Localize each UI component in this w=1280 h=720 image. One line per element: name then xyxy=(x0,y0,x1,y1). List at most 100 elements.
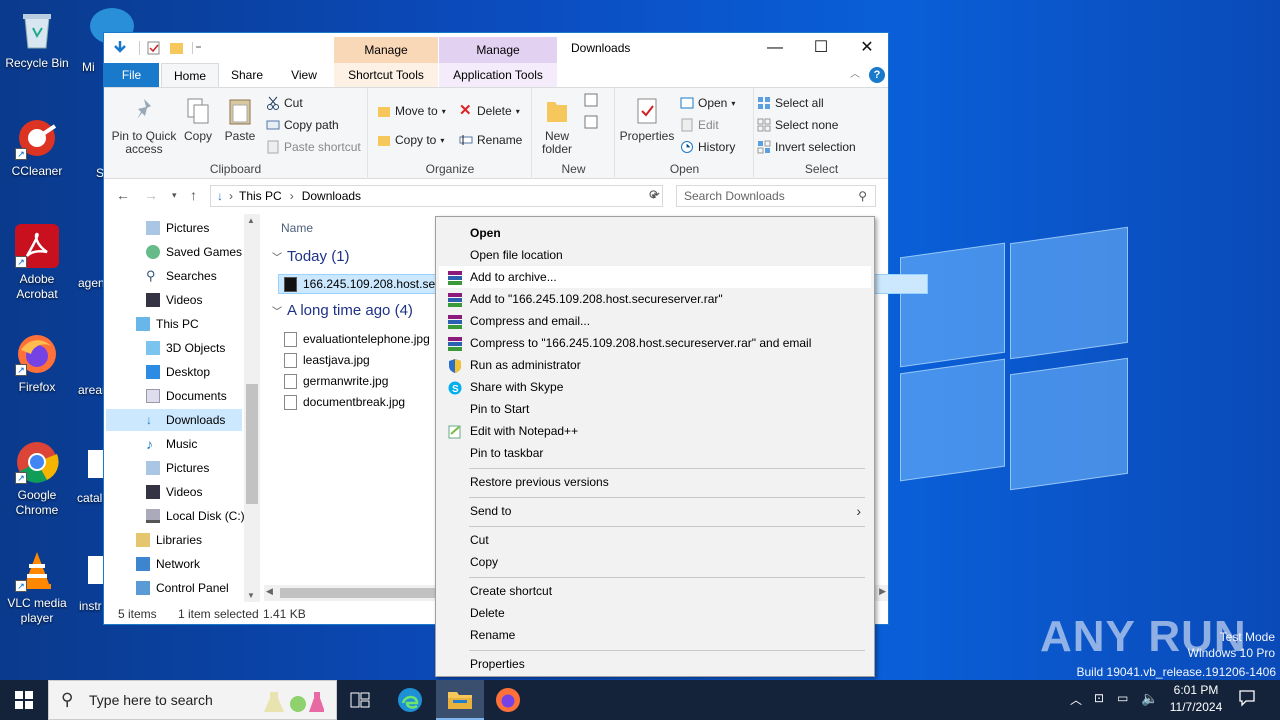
recent-locations-icon[interactable]: ▾ xyxy=(172,190,177,201)
history-button[interactable]: History xyxy=(680,138,735,156)
nav-item-saved-games[interactable]: Saved Games xyxy=(146,241,242,263)
menu-item-add-to-archive[interactable]: Add to archive... xyxy=(439,266,871,288)
menu-item-copy[interactable]: Copy xyxy=(439,551,871,573)
copy-to-button[interactable]: Copy to ▾ xyxy=(377,131,444,149)
nav-item-this-pc[interactable]: This PC xyxy=(136,313,199,335)
start-button[interactable] xyxy=(0,680,48,720)
pin-quick-access-button[interactable]: Pin to Quick access xyxy=(110,96,178,156)
scroll-up-icon[interactable]: ▲ xyxy=(247,216,255,225)
nav-item-3d-objects[interactable]: 3D Objects xyxy=(146,337,225,359)
close-button[interactable]: ✕ xyxy=(844,33,890,63)
search-input[interactable]: Search Downloads ⚲ xyxy=(676,185,876,207)
file-explorer-taskbar-button[interactable] xyxy=(436,680,484,720)
nav-item-searches[interactable]: ⚲ Searches xyxy=(146,265,217,287)
cut-button[interactable]: Cut xyxy=(266,94,303,112)
menu-item-rename[interactable]: Rename xyxy=(439,624,871,646)
new-folder-button[interactable]: New folder xyxy=(539,96,575,156)
tab-application-tools[interactable]: Application Tools xyxy=(439,63,557,87)
help-icon[interactable]: ? xyxy=(869,67,885,83)
back-arrow-icon[interactable]: ← xyxy=(116,187,130,203)
edge-taskbar-button[interactable] xyxy=(386,680,434,720)
nav-item-documents[interactable]: Documents xyxy=(146,385,227,407)
select-none-button[interactable]: Select none xyxy=(757,116,838,134)
desktop-icon-firefox[interactable]: ↗ Firefox xyxy=(1,332,73,395)
refresh-icon[interactable]: ⟳ xyxy=(649,187,660,203)
maximize-button[interactable]: ☐ xyxy=(798,33,844,63)
tab-manage-application[interactable]: Manage xyxy=(439,37,557,63)
copy-button[interactable]: Copy xyxy=(180,96,216,143)
tab-home[interactable]: Home xyxy=(161,63,219,87)
taskbar-search-input[interactable]: ⚲ Type here to search xyxy=(48,680,337,720)
delete-button[interactable]: ✕ Delete ▾ xyxy=(459,102,520,120)
menu-item-send-to[interactable]: Send to › xyxy=(439,500,871,522)
file-row[interactable]: germanwrite.jpg xyxy=(284,371,388,391)
open-button[interactable]: Open ▾ xyxy=(680,94,735,112)
new-item-icon[interactable] xyxy=(583,92,605,135)
menu-item-properties[interactable]: Properties xyxy=(439,653,871,675)
tab-share[interactable]: Share xyxy=(222,63,272,87)
nav-item-local-disk[interactable]: Local Disk (C:) xyxy=(146,505,245,527)
nav-item-downloads[interactable]: ↓ Downloads xyxy=(106,409,242,431)
document-desktop-icon[interactable] xyxy=(88,450,104,478)
group-long-ago[interactable]: ﹀ A long time ago (4) xyxy=(272,302,413,319)
menu-item-compress-to-rar-email[interactable]: Compress to "166.245.109.208.host.secure… xyxy=(439,332,871,354)
menu-item-edit-with-notepad-plus-plus[interactable]: Edit with Notepad++ xyxy=(439,420,871,442)
desktop-icon-google-chrome[interactable]: ↗ Google Chrome xyxy=(1,440,73,518)
hscroll-thumb[interactable] xyxy=(280,588,440,598)
up-arrow-icon[interactable]: ↑ xyxy=(190,187,197,203)
clock[interactable]: 6:01 PM 11/7/2024 xyxy=(1164,683,1228,714)
scroll-right-icon[interactable]: ▶ xyxy=(879,586,886,597)
rename-button[interactable]: Rename xyxy=(459,131,522,149)
menu-item-pin-to-taskbar[interactable]: Pin to taskbar xyxy=(439,442,871,464)
tab-view[interactable]: View xyxy=(280,63,328,87)
nav-item-desktop[interactable]: Desktop xyxy=(146,361,210,383)
network-tray-icon[interactable]: ⊡ xyxy=(1094,691,1104,705)
nav-item-control-panel[interactable]: Control Panel xyxy=(136,577,229,599)
scroll-left-icon[interactable]: ◀ xyxy=(266,586,273,597)
scroll-down-icon[interactable]: ▼ xyxy=(247,591,255,600)
desktop-icon-adobe-acrobat[interactable]: ↗ Adobe Acrobat xyxy=(1,224,73,302)
forward-arrow-icon[interactable]: → xyxy=(144,187,158,203)
scroll-thumb[interactable] xyxy=(246,384,258,504)
nav-scrollbar[interactable]: ▲ ▼ xyxy=(244,214,260,602)
show-hidden-icons[interactable]: ︿ xyxy=(1070,691,1082,708)
collapse-ribbon-icon[interactable]: ︿ xyxy=(847,63,863,87)
nav-item-libraries[interactable]: Libraries xyxy=(136,529,202,551)
paste-shortcut-button[interactable]: Paste shortcut xyxy=(266,138,361,156)
breadcrumb-this-pc[interactable]: This PC xyxy=(239,189,282,203)
desktop-icon-vlc[interactable]: ↗ VLC media player xyxy=(1,548,73,626)
task-view-button[interactable] xyxy=(336,680,384,720)
breadcrumb-downloads[interactable]: Downloads xyxy=(302,189,361,203)
nav-item-pictures-2[interactable]: Pictures xyxy=(146,457,209,479)
desktop-icon-recycle-bin[interactable]: Recycle Bin xyxy=(1,8,73,71)
volume-icon[interactable]: 🔈 xyxy=(1141,690,1158,707)
document-desktop-icon[interactable] xyxy=(88,556,104,584)
nav-item-pictures[interactable]: Pictures xyxy=(146,217,209,239)
nav-item-videos[interactable]: Videos xyxy=(146,289,202,311)
menu-item-run-as-administrator[interactable]: Run as administrator xyxy=(439,354,871,376)
file-row[interactable]: documentbreak.jpg xyxy=(284,392,405,412)
column-header-name[interactable]: Name xyxy=(281,221,313,235)
group-today[interactable]: ﹀ Today (1) xyxy=(272,248,350,265)
menu-item-compress-and-email[interactable]: Compress and email... xyxy=(439,310,871,332)
desktop-icon-ccleaner[interactable]: ↗ CCleaner xyxy=(1,116,73,179)
file-row[interactable]: leastjava.jpg xyxy=(284,350,370,370)
menu-item-restore-previous-versions[interactable]: Restore previous versions xyxy=(439,471,871,493)
properties-button[interactable]: Properties xyxy=(618,96,676,143)
menu-item-pin-to-start[interactable]: Pin to Start xyxy=(439,398,871,420)
menu-item-share-with-skype[interactable]: S Share with Skype xyxy=(439,376,871,398)
copy-path-button[interactable]: Copy path xyxy=(266,116,339,134)
ethernet-tray-icon[interactable]: ▭ xyxy=(1117,691,1128,705)
menu-item-add-to-rar[interactable]: Add to "166.245.109.208.host.secureserve… xyxy=(439,288,871,310)
nav-item-network[interactable]: Network xyxy=(136,553,200,575)
nav-item-videos-2[interactable]: Videos xyxy=(146,481,202,503)
address-field[interactable]: ↓ › This PC › Downloads ▾ xyxy=(210,185,663,207)
menu-item-open[interactable]: Open xyxy=(439,222,871,244)
firefox-taskbar-button[interactable] xyxy=(484,680,532,720)
paste-button[interactable]: Paste xyxy=(222,96,258,143)
nav-item-music[interactable]: ♪ Music xyxy=(146,433,197,455)
menu-item-create-shortcut[interactable]: Create shortcut xyxy=(439,580,871,602)
menu-item-cut[interactable]: Cut xyxy=(439,529,871,551)
file-row[interactable]: evaluationtelephone.jpg xyxy=(284,329,430,349)
tab-shortcut-tools[interactable]: Shortcut Tools xyxy=(334,63,438,87)
